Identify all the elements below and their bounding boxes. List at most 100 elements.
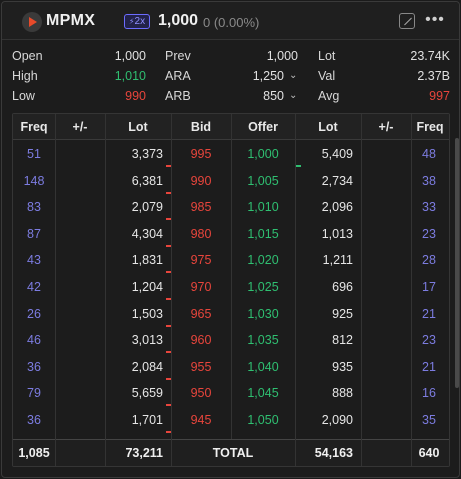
offer-price-cell[interactable]: 1,035 (231, 327, 295, 353)
bid-price-cell[interactable]: 965 (171, 301, 231, 327)
offer-freq-cell: 21 (422, 306, 436, 321)
divider (411, 114, 412, 466)
scrollbar[interactable] (455, 138, 459, 388)
bid-lot-cell: 2,079 (131, 200, 163, 215)
divider (171, 114, 172, 466)
val-value: 2.37B (417, 69, 450, 83)
bid-lot-cell: 1,204 (131, 280, 163, 294)
divider (231, 114, 232, 439)
total-offer-freq: 640 (418, 446, 440, 460)
offer-freq-cell: 16 (422, 386, 436, 401)
offer-price-cell[interactable]: 1,000 (231, 141, 295, 167)
ara-value[interactable]: 1,250 (230, 68, 284, 84)
bid-price-cell[interactable]: 990 (171, 168, 231, 194)
ticker-symbol[interactable]: MPMX (46, 12, 95, 30)
bid-price-cell[interactable]: 985 (171, 194, 231, 220)
prev-value: 1,000 (266, 49, 298, 63)
bid-lot-cell: 5,659 (131, 386, 163, 401)
bid-lot-cell: 1,503 (131, 306, 163, 321)
offer-price-cell[interactable]: 1,015 (231, 221, 295, 247)
high-label: High (12, 69, 38, 83)
offer-freq-cell: 33 (422, 200, 436, 215)
panel-header: MPMX ⚡2x 1,000 0 (0.00%) ••• (2, 2, 459, 40)
offer-price-cell[interactable]: 1,010 (231, 194, 295, 220)
offer-price-cell[interactable]: 1,030 (231, 301, 295, 327)
col-offer-change[interactable]: +/- (361, 114, 411, 140)
avg-value: 997 (429, 89, 450, 103)
bid-price-cell[interactable]: 970 (171, 274, 231, 300)
offer-freq-cell: 23 (422, 226, 436, 241)
divider (295, 114, 296, 466)
last-price: 1,000 (158, 12, 199, 29)
total-offer-lot: 54,163 (314, 446, 353, 460)
arb-chevron-down-icon[interactable]: ⌄ (289, 88, 299, 104)
offer-lot-cell: 925 (332, 306, 353, 321)
bid-freq-cell: 46 (27, 333, 41, 348)
offer-price-cell[interactable]: 1,020 (231, 247, 295, 273)
bid-price-cell[interactable]: 995 (171, 141, 231, 167)
offer-freq-cell: 21 (422, 359, 436, 374)
bid-price-cell[interactable]: 950 (171, 380, 231, 406)
total-bid-freq: 1,085 (18, 446, 50, 460)
offer-lot-cell: 696 (332, 280, 353, 294)
divider (105, 114, 106, 466)
offer-price-cell[interactable]: 1,050 (231, 407, 295, 433)
offer-price-cell[interactable]: 1,040 (231, 354, 295, 380)
total-label: TOTAL (212, 446, 254, 460)
low-value: 990 (125, 89, 146, 103)
orderbook-table[interactable]: Freq +/- Lot Bid Offer Lot +/- Freq 51 3,… (12, 113, 450, 467)
bid-freq-cell: 36 (27, 359, 41, 374)
bid-lot-cell: 4,304 (131, 226, 163, 241)
offer-freq-cell: 17 (422, 280, 436, 294)
offer-lot-cell: 2,096 (321, 200, 353, 215)
col-offer-freq[interactable]: Freq (411, 114, 449, 140)
offer-price-cell[interactable]: 1,005 (231, 168, 295, 194)
more-options-icon[interactable]: ••• (425, 11, 445, 31)
bid-lot-cell: 1,701 (131, 413, 163, 427)
bid-price-cell[interactable]: 945 (171, 407, 231, 433)
open-label: Open (12, 49, 43, 63)
multiplier-badge[interactable]: ⚡2x (124, 14, 150, 29)
orderbook-panel: MPMX ⚡2x 1,000 0 (0.00%) ••• Open 1,000 … (1, 1, 460, 478)
offer-lot-cell: 1,211 (322, 253, 353, 268)
divider (55, 114, 56, 466)
bid-price-cell[interactable]: 980 (171, 221, 231, 247)
bid-price-cell[interactable]: 975 (171, 247, 231, 273)
avg-label: Avg (318, 89, 340, 103)
offer-lot-cell: 2,734 (321, 173, 353, 188)
stats-grid: Open 1,000 High 1,010 Low 990 Prev 1,000… (2, 46, 459, 108)
arb-value[interactable]: 850 (230, 88, 284, 104)
col-offer[interactable]: Offer (231, 114, 295, 140)
multiplier-value: 2x (134, 16, 146, 27)
prev-label: Prev (165, 49, 191, 63)
col-bid-freq[interactable]: Freq (13, 114, 55, 140)
col-bid-lot[interactable]: Lot (105, 114, 171, 140)
bid-lot-cell: 2,084 (131, 359, 163, 374)
bid-price-cell[interactable]: 955 (171, 354, 231, 380)
offer-lot-cell: 888 (332, 386, 353, 401)
bid-freq-cell: 79 (27, 386, 41, 401)
lot-value: 23.74K (410, 49, 450, 63)
offer-price-cell[interactable]: 1,025 (231, 274, 295, 300)
offer-lot-cell: 2,090 (321, 413, 353, 427)
offer-freq-cell: 28 (422, 253, 436, 268)
low-label: Low (12, 89, 35, 103)
price-change: 0 (0.00%) (203, 15, 260, 30)
ara-chevron-down-icon[interactable]: ⌄ (289, 68, 299, 84)
open-value: 1,000 (114, 49, 146, 63)
bid-freq-cell: 42 (27, 280, 41, 294)
col-bid[interactable]: Bid (171, 114, 231, 140)
ara-label: ARA (165, 69, 191, 83)
edit-icon[interactable] (399, 13, 415, 29)
bid-freq-cell: 83 (27, 200, 41, 215)
val-label: Val (318, 69, 336, 83)
bid-price-cell[interactable]: 960 (171, 327, 231, 353)
lot-label: Lot (318, 49, 336, 63)
col-offer-lot[interactable]: Lot (295, 114, 361, 140)
col-bid-change[interactable]: +/- (55, 114, 105, 140)
bid-freq-cell: 43 (27, 253, 41, 268)
bid-freq-cell: 87 (27, 226, 41, 241)
arb-label: ARB (165, 89, 191, 103)
bid-lot-cell: 1,831 (131, 253, 163, 268)
offer-price-cell[interactable]: 1,045 (231, 380, 295, 406)
